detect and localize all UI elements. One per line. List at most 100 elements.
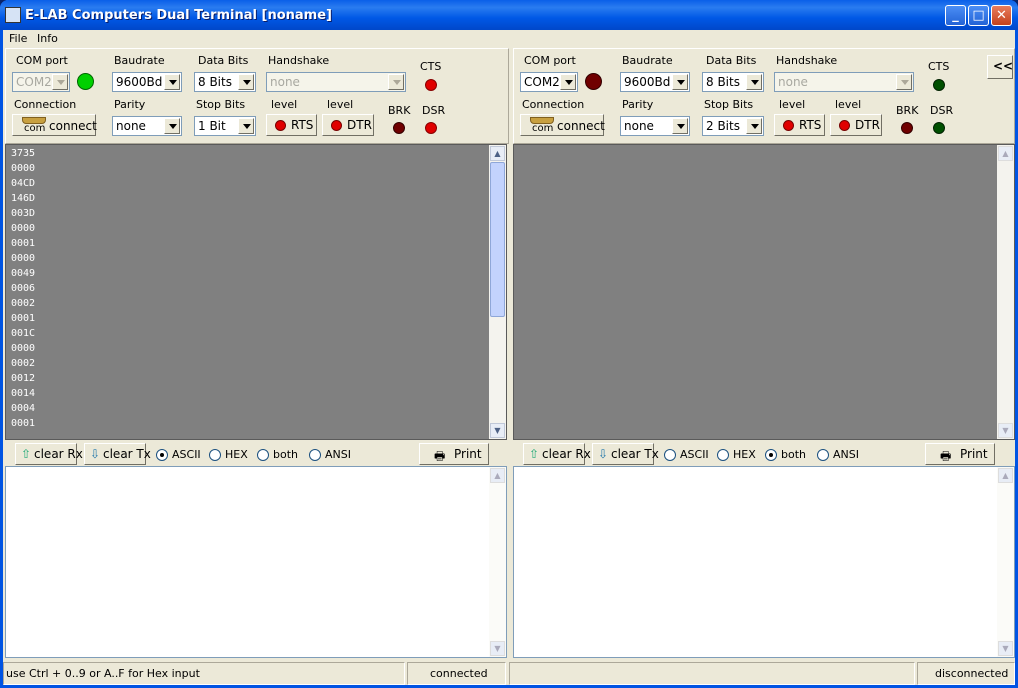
- clear-rx-button[interactable]: ⇧ clear Rx: [523, 443, 591, 465]
- mode-radio-hex[interactable]: [717, 449, 729, 461]
- right-tx-input[interactable]: ▲ ▼: [513, 466, 1015, 658]
- connection-label: Connection: [522, 98, 585, 111]
- dtr-button[interactable]: DTR: [830, 114, 882, 136]
- mode-radio-both[interactable]: [257, 449, 269, 461]
- cts-label: CTS: [420, 60, 442, 73]
- clear-rx-button[interactable]: ⇧ clear Rx: [15, 443, 83, 465]
- mode-label-ansi: ANSI: [325, 448, 351, 461]
- mode-radio-ansi[interactable]: [309, 449, 321, 461]
- data-bits-select[interactable]: 8 Bits: [702, 72, 764, 92]
- scroll-up-icon[interactable]: ▲: [490, 146, 505, 161]
- mode-label-ascii: ASCII: [680, 448, 709, 461]
- menu-info[interactable]: Info: [37, 32, 58, 45]
- handshake-select[interactable]: none: [774, 72, 914, 92]
- menu-file[interactable]: File: [9, 32, 27, 45]
- mode-radio-ansi[interactable]: [817, 449, 829, 461]
- clear-tx-button[interactable]: ⇩ clear Tx: [84, 443, 151, 465]
- connect-button[interactable]: com connect: [520, 114, 605, 136]
- dtr-button[interactable]: DTR: [322, 114, 374, 136]
- connect-button[interactable]: com connect: [12, 114, 97, 136]
- tx-scrollbar[interactable]: ▲ ▼: [997, 467, 1014, 657]
- left-mode-bar: ⇧ clear Rx ⇩ clear Tx ASCII HEX both ANSI …: [5, 442, 507, 466]
- rx-line: 146D: [11, 193, 36, 204]
- print-button[interactable]: 🖶 Print: [419, 443, 489, 465]
- mode-radio-ascii[interactable]: [156, 449, 168, 461]
- rx-line: 0006: [11, 283, 36, 294]
- chevron-down-icon: [672, 118, 688, 134]
- rx-line: 0014: [11, 388, 36, 399]
- stop-bits-select[interactable]: 1 Bit: [194, 116, 256, 136]
- rx-scrollbar[interactable]: ▲ ▼: [489, 145, 506, 439]
- cts-label: CTS: [928, 60, 950, 73]
- maximize-button[interactable]: □: [968, 5, 989, 26]
- left-tx-input[interactable]: ▲ ▼: [5, 466, 507, 658]
- brk-label: BRK: [896, 104, 919, 117]
- dsr-led: [933, 122, 945, 134]
- mode-label-hex: HEX: [225, 448, 248, 461]
- rx-line: 0000: [11, 343, 36, 354]
- chevron-down-icon: [746, 74, 762, 90]
- mode-label-hex: HEX: [733, 448, 756, 461]
- chevron-down-icon: [560, 74, 576, 90]
- rx-scroll-thumb[interactable]: [490, 162, 505, 317]
- scroll-down-icon[interactable]: ▼: [490, 641, 505, 656]
- brk-label: BRK: [388, 104, 411, 117]
- parity-select[interactable]: none: [112, 116, 182, 136]
- rts-led: [275, 120, 286, 131]
- status-empty: [509, 662, 915, 685]
- close-button[interactable]: ✕: [991, 5, 1012, 26]
- collapse-button[interactable]: <<: [987, 55, 1013, 79]
- mode-label-ascii: ASCII: [172, 448, 201, 461]
- rx-line: 0002: [11, 298, 36, 309]
- com-port-label: COM port: [16, 54, 68, 67]
- stop-bits-select[interactable]: 2 Bits: [702, 116, 764, 136]
- minimize-button[interactable]: _: [945, 5, 966, 26]
- title-bar: E-LAB Computers Dual Terminal [noname] _…: [0, 0, 1018, 30]
- scroll-down-icon[interactable]: ▼: [490, 423, 505, 438]
- rts-level-label: level: [779, 98, 806, 111]
- left-config-panel: COM port COM2 Baudrate 9600Bd Data Bits …: [5, 48, 509, 144]
- rts-button[interactable]: RTS: [266, 114, 317, 136]
- left-rx-area[interactable]: 3735 0000 04CD 146D 003D 0000 0001 0000 0049 0006…: [5, 144, 507, 440]
- parity-select[interactable]: none: [620, 116, 690, 136]
- com-port-select[interactable]: COM2: [520, 72, 578, 92]
- chevron-down-icon: [52, 74, 68, 90]
- baudrate-select[interactable]: 9600Bd: [112, 72, 182, 92]
- printer-icon: 🖶: [434, 449, 446, 463]
- scroll-down-icon[interactable]: ▼: [998, 641, 1013, 656]
- mode-radio-hex[interactable]: [209, 449, 221, 461]
- app-window: E-LAB Computers Dual Terminal [noname] _…: [0, 0, 1018, 688]
- handshake-label: Handshake: [776, 54, 838, 67]
- handshake-select[interactable]: none: [266, 72, 406, 92]
- rx-line: 0002: [11, 358, 36, 369]
- window-title: E-LAB Computers Dual Terminal [noname]: [25, 8, 332, 23]
- clear-tx-button[interactable]: ⇩ clear Tx: [592, 443, 659, 465]
- chevron-down-icon: [388, 74, 404, 90]
- scroll-up-icon[interactable]: ▲: [998, 146, 1013, 161]
- com-port-label: COM port: [524, 54, 576, 67]
- app-icon: [5, 7, 21, 23]
- baudrate-label: Baudrate: [622, 54, 673, 67]
- rx-line: 0000: [11, 223, 36, 234]
- right-mode-bar: ⇧ clear Rx ⇩ clear Tx ASCII HEX both ANSI …: [513, 442, 1015, 466]
- right-rx-area[interactable]: ▲ ▼: [513, 144, 1015, 440]
- rx-line: 3735: [11, 148, 36, 159]
- scroll-up-icon[interactable]: ▲: [998, 468, 1013, 483]
- chevron-down-icon: [238, 118, 254, 134]
- scroll-down-icon[interactable]: ▼: [998, 423, 1013, 438]
- print-button[interactable]: 🖶 Print: [925, 443, 995, 465]
- baudrate-select[interactable]: 9600Bd: [620, 72, 690, 92]
- rx-scrollbar[interactable]: ▲ ▼: [997, 145, 1014, 439]
- chevron-down-icon: [896, 74, 912, 90]
- tx-scrollbar[interactable]: ▲ ▼: [489, 467, 506, 657]
- rts-led: [783, 120, 794, 131]
- com-port-select[interactable]: COM2: [12, 72, 70, 92]
- mode-radio-both[interactable]: [765, 449, 777, 461]
- mode-radio-ascii[interactable]: [664, 449, 676, 461]
- status-bar: use Ctrl + 0..9 or A..F for Hex input co…: [3, 662, 1015, 685]
- data-bits-select[interactable]: 8 Bits: [194, 72, 256, 92]
- rts-button[interactable]: RTS: [774, 114, 825, 136]
- printer-icon: 🖶: [940, 449, 952, 463]
- scroll-up-icon[interactable]: ▲: [490, 468, 505, 483]
- arrow-up-icon: ⇧: [529, 447, 540, 461]
